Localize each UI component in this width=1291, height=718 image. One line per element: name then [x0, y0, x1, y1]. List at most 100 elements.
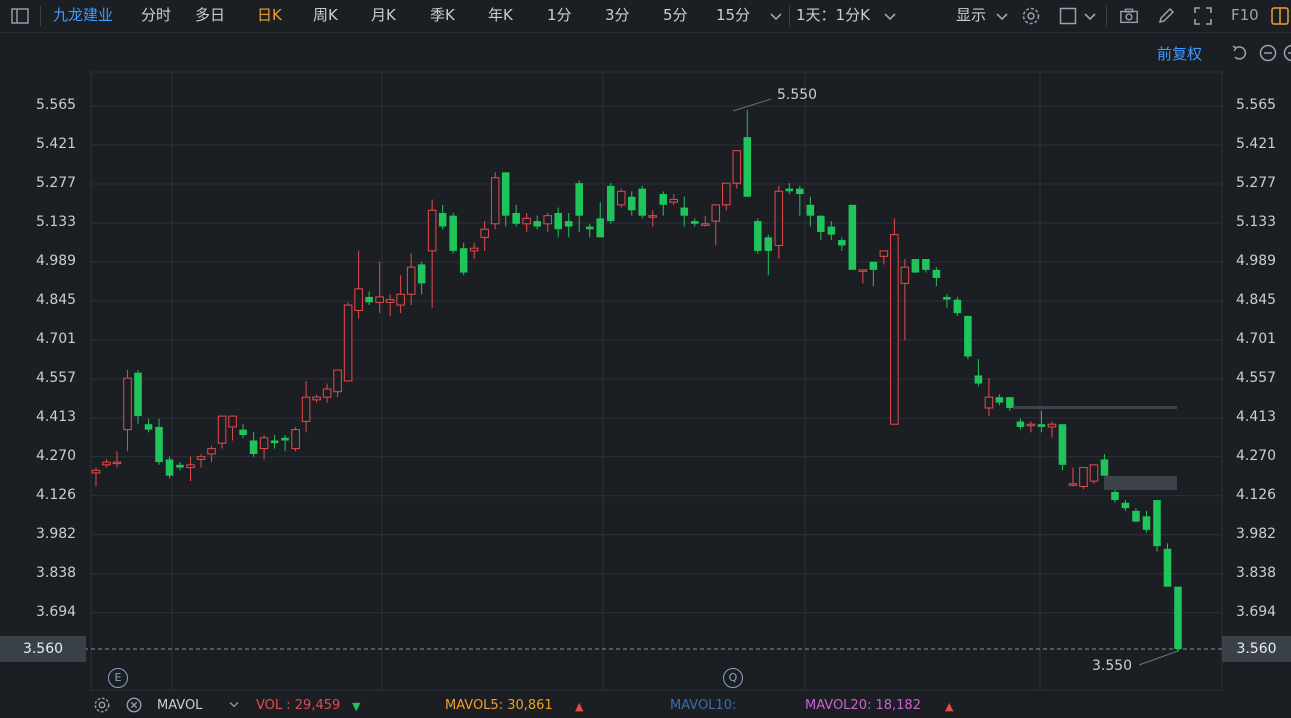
candle-up[interactable]: [470, 248, 478, 251]
candle-down[interactable]: [418, 264, 426, 283]
candle-down[interactable]: [1174, 587, 1182, 649]
candle-down[interactable]: [691, 221, 699, 224]
order-marker[interactable]: [1104, 476, 1177, 490]
candle-down[interactable]: [680, 208, 688, 216]
candle-up[interactable]: [523, 218, 531, 223]
candle-down[interactable]: [1017, 422, 1025, 427]
candle-down[interactable]: [765, 237, 773, 251]
candle-up[interactable]: [1048, 424, 1056, 427]
candle-up[interactable]: [712, 205, 720, 221]
event-marker-e-icon[interactable]: E: [108, 668, 128, 688]
candle-down[interactable]: [1122, 503, 1130, 508]
candle-down[interactable]: [1006, 397, 1014, 408]
candle-up[interactable]: [113, 462, 121, 464]
candle-down[interactable]: [1132, 511, 1140, 522]
candle-down[interactable]: [975, 375, 983, 383]
candle-up[interactable]: [733, 151, 741, 183]
candle-up[interactable]: [1090, 465, 1098, 481]
candle-down[interactable]: [155, 427, 163, 462]
candle-up[interactable]: [544, 216, 552, 224]
candle-down[interactable]: [807, 205, 815, 216]
candle-up[interactable]: [302, 397, 310, 421]
candle-down[interactable]: [933, 270, 941, 278]
candle-up[interactable]: [376, 297, 384, 302]
candlestick-chart[interactable]: [0, 0, 1291, 713]
candle-up[interactable]: [344, 305, 352, 381]
candle-up[interactable]: [985, 397, 993, 408]
candle-down[interactable]: [796, 189, 804, 194]
chevron-down-icon[interactable]: [226, 696, 242, 716]
candle-up[interactable]: [649, 216, 657, 218]
candle-up[interactable]: [617, 191, 625, 205]
indicator-selector[interactable]: MAVOL: [157, 698, 202, 713]
close-icon[interactable]: [125, 696, 143, 718]
candle-up[interactable]: [481, 229, 489, 237]
candle-down[interactable]: [607, 186, 615, 221]
candle-up[interactable]: [407, 267, 415, 294]
candle-down[interactable]: [502, 172, 510, 215]
candle-up[interactable]: [723, 183, 731, 205]
candle-up[interactable]: [124, 378, 132, 429]
settings-gear-icon[interactable]: [93, 696, 111, 718]
candle-up[interactable]: [701, 224, 709, 226]
candle-down[interactable]: [1143, 516, 1151, 530]
event-marker-q-icon[interactable]: Q: [723, 668, 743, 688]
candle-up[interactable]: [880, 251, 888, 256]
candle-down[interactable]: [659, 194, 667, 205]
candle-down[interactable]: [912, 259, 920, 273]
candle-down[interactable]: [996, 397, 1004, 402]
candle-up[interactable]: [397, 294, 405, 305]
candle-down[interactable]: [565, 221, 573, 226]
candle-down[interactable]: [271, 440, 279, 443]
candle-up[interactable]: [229, 416, 237, 427]
candle-down[interactable]: [449, 216, 457, 251]
candle-down[interactable]: [870, 262, 878, 270]
candle-down[interactable]: [838, 240, 846, 245]
candle-down[interactable]: [512, 213, 520, 224]
candle-up[interactable]: [428, 210, 436, 251]
candle-up[interactable]: [901, 267, 909, 283]
candle-up[interactable]: [355, 289, 363, 311]
candle-down[interactable]: [1153, 500, 1161, 546]
candle-down[interactable]: [250, 440, 258, 454]
order-marker[interactable]: [1013, 406, 1177, 409]
candle-up[interactable]: [218, 416, 226, 443]
candle-down[interactable]: [575, 183, 583, 215]
candle-up[interactable]: [491, 178, 499, 224]
candle-up[interactable]: [92, 470, 100, 473]
candle-up[interactable]: [891, 235, 899, 425]
candle-up[interactable]: [334, 370, 342, 392]
candle-up[interactable]: [292, 430, 300, 449]
candle-down[interactable]: [1059, 424, 1067, 465]
candle-up[interactable]: [323, 389, 331, 397]
candle-down[interactable]: [849, 205, 857, 270]
candle-down[interactable]: [145, 424, 153, 429]
candle-down[interactable]: [628, 197, 636, 211]
candle-up[interactable]: [187, 465, 195, 468]
candle-up[interactable]: [859, 270, 867, 272]
candle-down[interactable]: [134, 373, 142, 416]
candle-down[interactable]: [1101, 459, 1109, 475]
candle-up[interactable]: [1027, 424, 1035, 426]
candle-up[interactable]: [775, 191, 783, 245]
candle-down[interactable]: [817, 216, 825, 232]
candle-down[interactable]: [1164, 549, 1172, 587]
candle-down[interactable]: [638, 189, 646, 216]
candle-up[interactable]: [386, 300, 394, 303]
candle-down[interactable]: [533, 221, 541, 226]
candle-down[interactable]: [166, 459, 174, 475]
candle-down[interactable]: [828, 227, 836, 235]
candle-down[interactable]: [176, 465, 184, 468]
candle-down[interactable]: [281, 438, 289, 441]
candle-up[interactable]: [208, 449, 216, 454]
candle-down[interactable]: [365, 297, 373, 302]
candle-up[interactable]: [313, 397, 321, 400]
candle-down[interactable]: [1038, 424, 1046, 427]
candle-down[interactable]: [439, 213, 447, 227]
candle-down[interactable]: [596, 218, 604, 237]
candle-down[interactable]: [239, 430, 247, 435]
candle-up[interactable]: [670, 199, 678, 202]
candle-up[interactable]: [103, 462, 111, 465]
candle-down[interactable]: [922, 259, 930, 270]
candle-down[interactable]: [460, 248, 468, 272]
